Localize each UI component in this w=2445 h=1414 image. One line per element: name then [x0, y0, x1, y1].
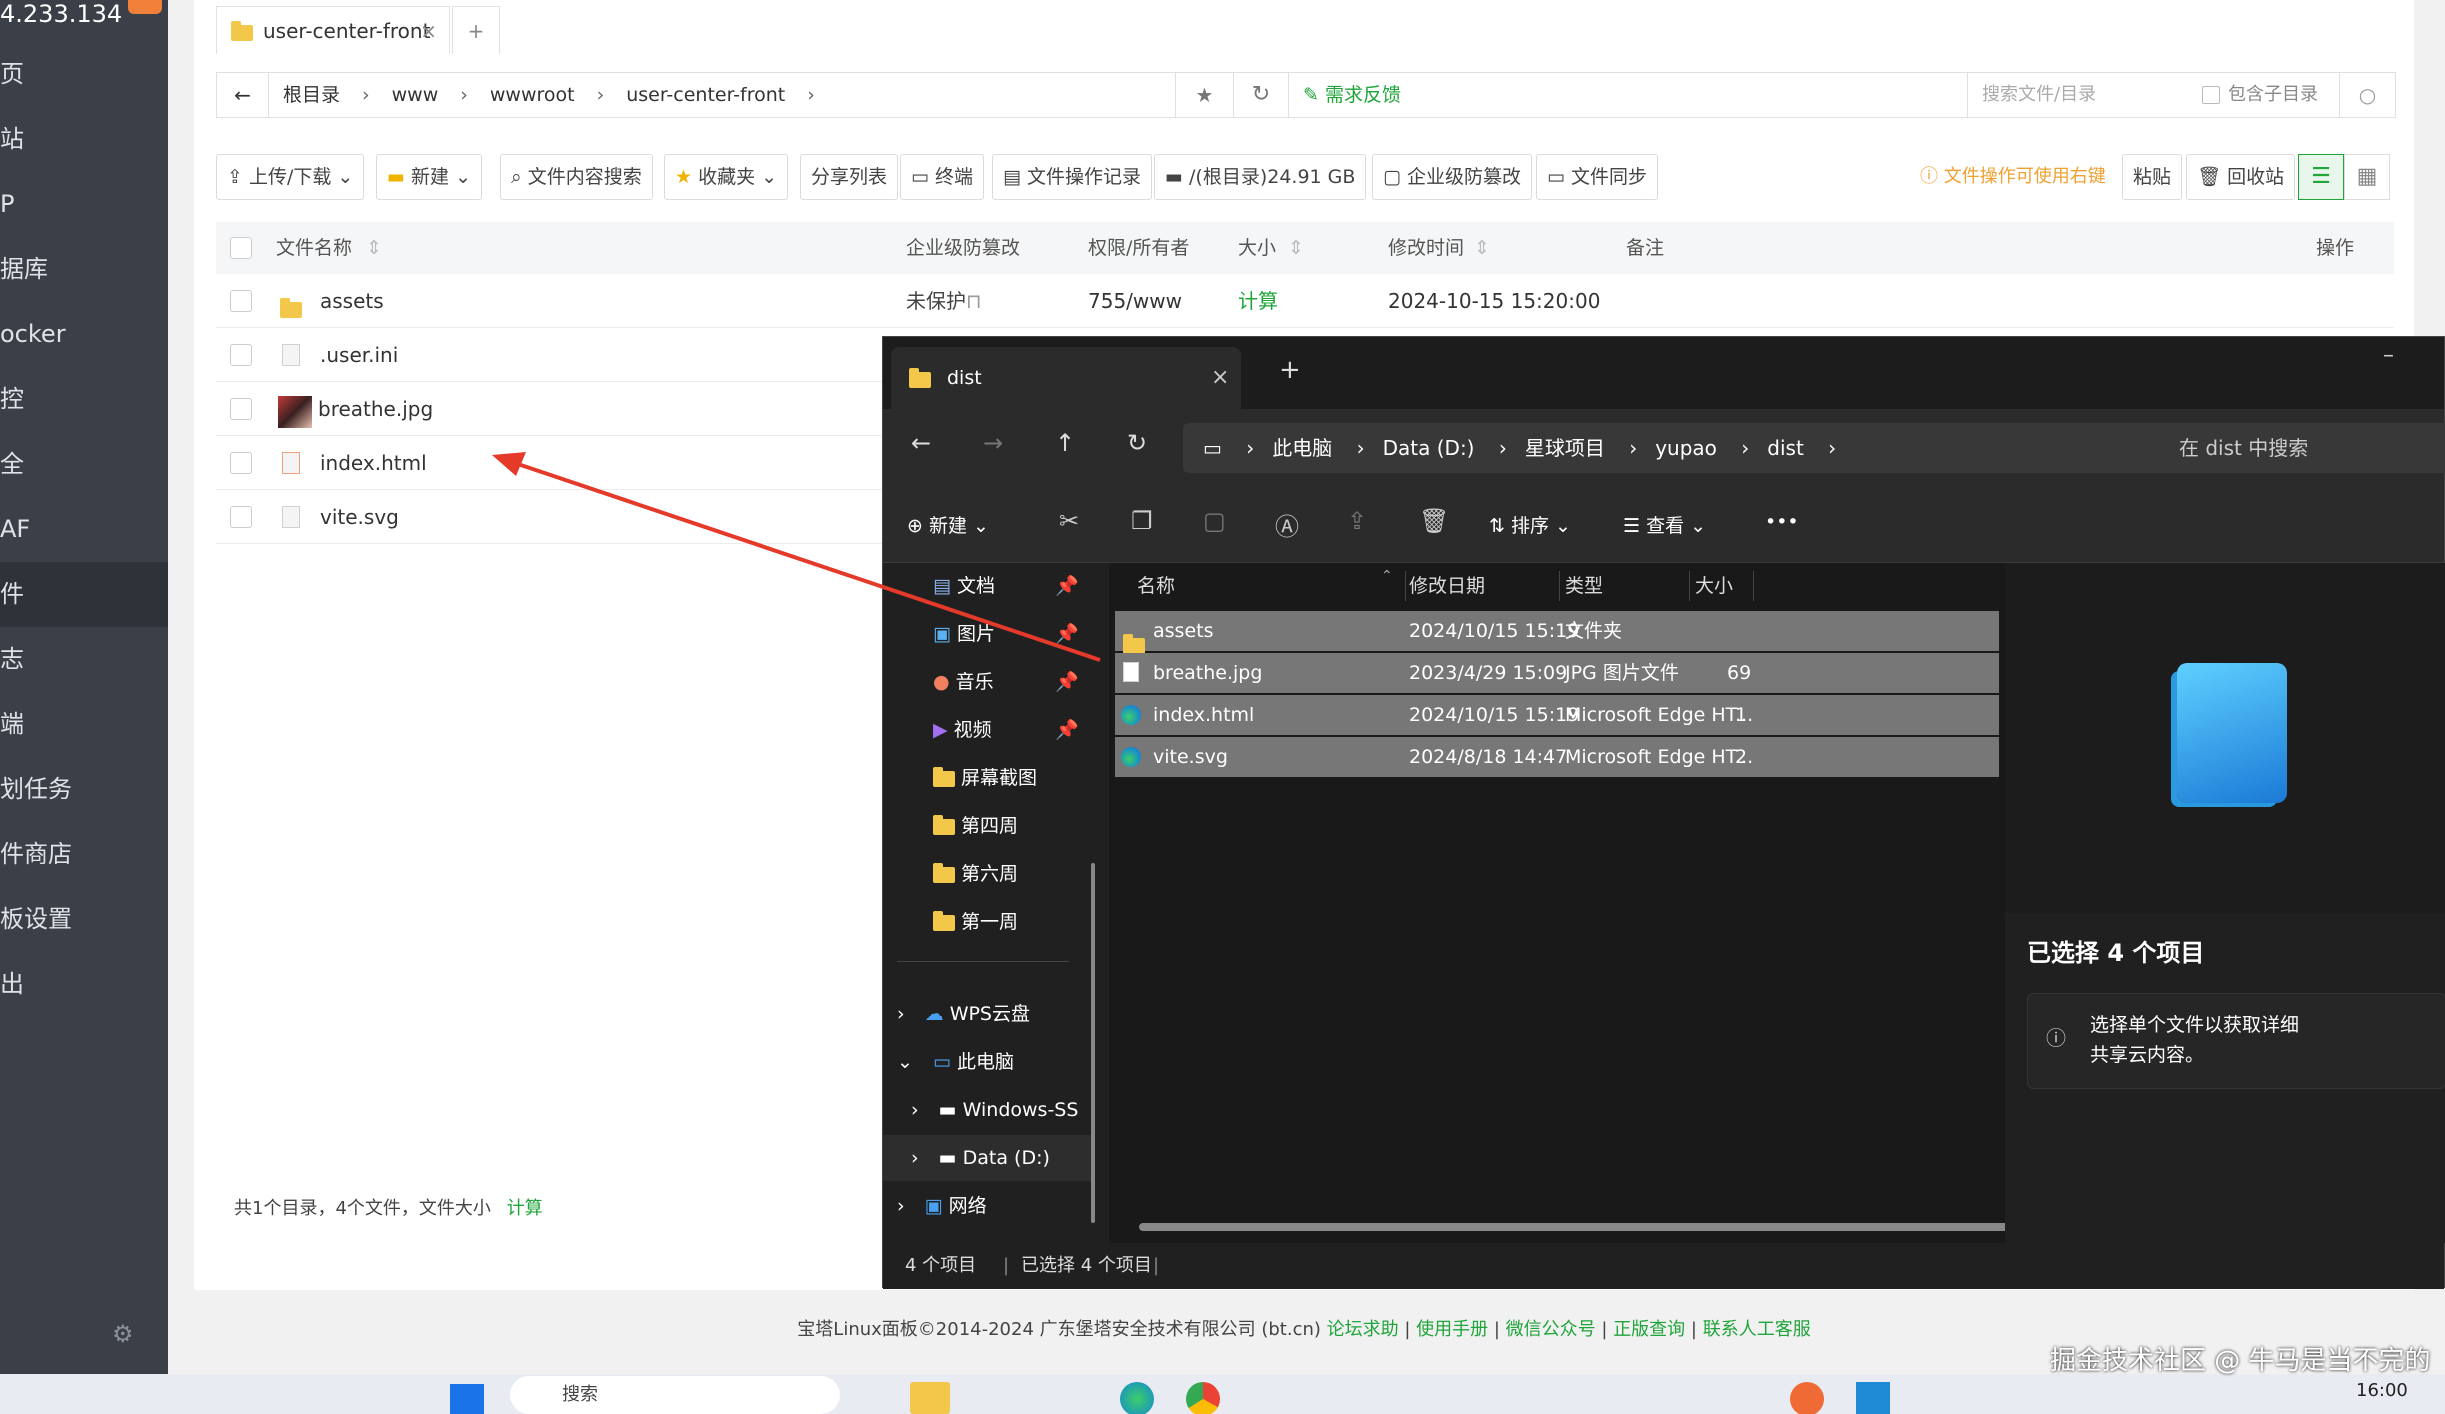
watermark: 掘金技术社区 @ 牛马是当不完的: [2050, 1346, 2431, 1376]
app-taskbar-icon[interactable]: [1790, 1382, 1824, 1414]
windows-start-icon[interactable]: [450, 1384, 484, 1414]
windows-taskbar: 搜索 16:00: [0, 1374, 2445, 1414]
chrome-taskbar-icon[interactable]: [1186, 1382, 1220, 1414]
vscode-taskbar-icon[interactable]: [1856, 1382, 1890, 1414]
taskbar-search[interactable]: 搜索: [510, 1376, 840, 1414]
file-explorer-taskbar-icon[interactable]: [910, 1382, 950, 1414]
arrow-line: [499, 456, 1101, 662]
clock[interactable]: 16:00: [2356, 1380, 2408, 1401]
annotation-arrow: [492, 452, 1101, 662]
edge-taskbar-icon[interactable]: [1120, 1382, 1154, 1414]
arrow-head: [492, 452, 526, 476]
